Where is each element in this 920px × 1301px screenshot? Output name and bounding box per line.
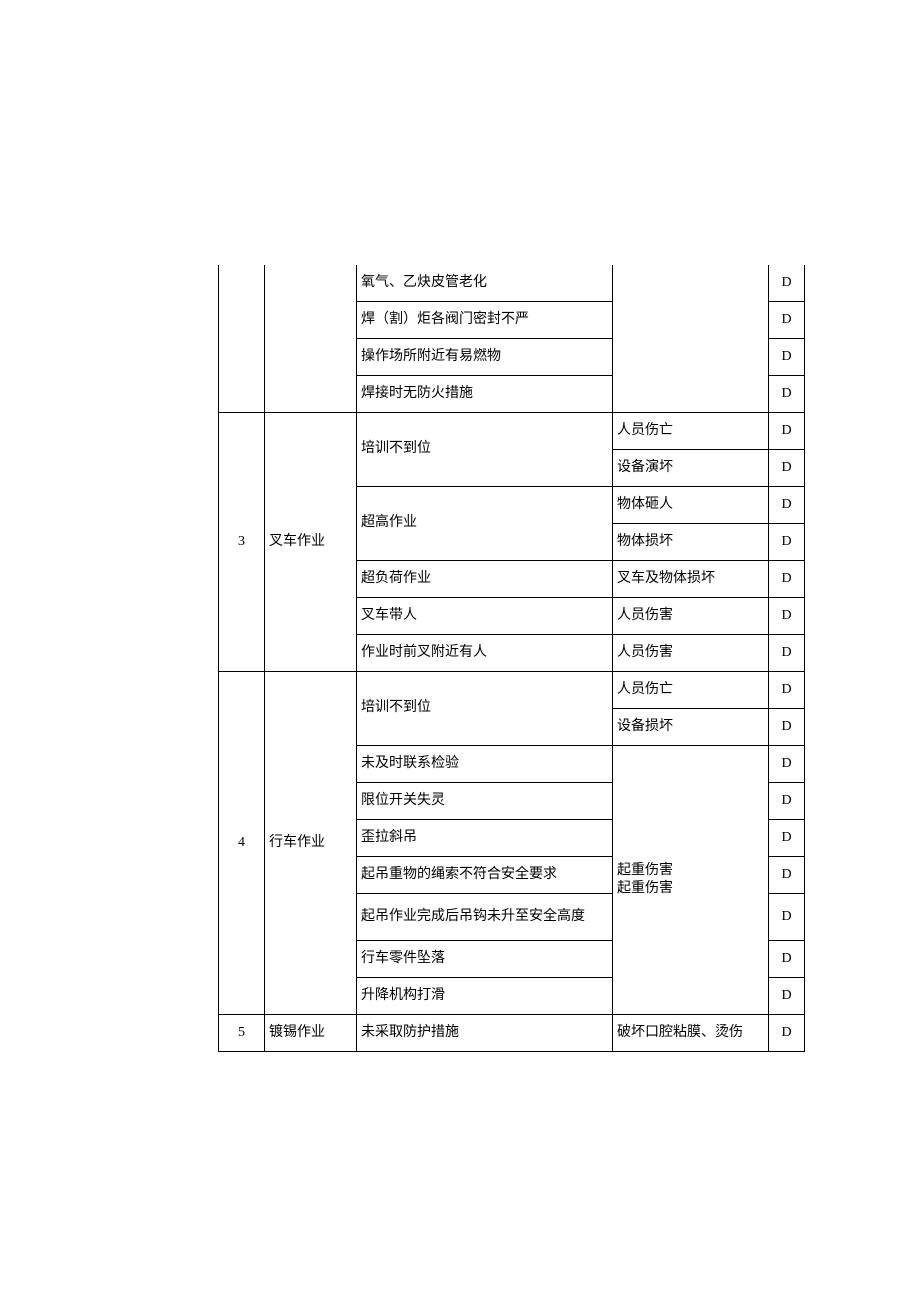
cell-consequence: 物体损坏 [613, 524, 769, 561]
cell-activity: 镀锡作业 [265, 1015, 357, 1052]
cell-grade: D [769, 265, 805, 302]
cell-grade: D [769, 941, 805, 978]
cell-grade: D [769, 524, 805, 561]
cell-grade: D [769, 746, 805, 783]
table-row: 3 叉车作业 培训不到位 人员伤亡 D [219, 413, 805, 450]
table-row: 氧气、乙炔皮管老化 D [219, 265, 805, 302]
cell-hazard: 升降机构打滑 [357, 978, 613, 1015]
cell-consequence: 起重伤害 起重伤害 [613, 746, 769, 1015]
cell-grade: D [769, 487, 805, 524]
cell-consequence [613, 265, 769, 413]
cell-num [219, 265, 265, 413]
table-row: 4 行车作业 培训不到位 人员伤亡 D [219, 672, 805, 709]
cell-consequence: 破坏口腔粘膜、烫伤 [613, 1015, 769, 1052]
cell-consequence: 设备损坏 [613, 709, 769, 746]
cell-grade: D [769, 450, 805, 487]
cell-num: 5 [219, 1015, 265, 1052]
cell-consequence: 人员伤害 [613, 635, 769, 672]
cell-num: 3 [219, 413, 265, 672]
cell-hazard: 焊（割）炬各阀门密封不严 [357, 302, 613, 339]
cell-hazard: 未及时联系检验 [357, 746, 613, 783]
cell-grade: D [769, 376, 805, 413]
cell-grade: D [769, 339, 805, 376]
cell-grade: D [769, 783, 805, 820]
hazard-table-wrap: 氧气、乙炔皮管老化 D 焊（割）炬各阀门密封不严 D 操作场所附近有易燃物 D … [218, 265, 804, 1052]
cell-grade: D [769, 598, 805, 635]
cell-activity [265, 265, 357, 413]
cell-grade: D [769, 413, 805, 450]
cell-activity: 叉车作业 [265, 413, 357, 672]
cell-hazard: 培训不到位 [357, 672, 613, 746]
cell-hazard: 焊接时无防火措施 [357, 376, 613, 413]
cell-hazard: 起吊作业完成后吊钩未升至安全高度 [357, 894, 613, 941]
cell-consequence: 人员伤害 [613, 598, 769, 635]
cell-grade: D [769, 857, 805, 894]
cell-grade: D [769, 302, 805, 339]
cell-consequence: 叉车及物体损坏 [613, 561, 769, 598]
cell-hazard: 叉车带人 [357, 598, 613, 635]
cell-hazard: 起吊重物的绳索不符合安全要求 [357, 857, 613, 894]
cell-num: 4 [219, 672, 265, 1015]
cell-consequence: 人员伤亡 [613, 672, 769, 709]
cell-hazard: 歪拉斜吊 [357, 820, 613, 857]
cell-grade: D [769, 820, 805, 857]
cell-grade: D [769, 672, 805, 709]
cell-activity: 行车作业 [265, 672, 357, 1015]
cell-hazard: 超负荷作业 [357, 561, 613, 598]
cell-hazard: 限位开关失灵 [357, 783, 613, 820]
cell-grade: D [769, 894, 805, 941]
cell-hazard: 超高作业 [357, 487, 613, 561]
cell-hazard: 操作场所附近有易燃物 [357, 339, 613, 376]
cell-consequence: 设备演坏 [613, 450, 769, 487]
cell-consequence: 物体砸人 [613, 487, 769, 524]
cell-grade: D [769, 561, 805, 598]
cell-grade: D [769, 1015, 805, 1052]
cell-consequence: 人员伤亡 [613, 413, 769, 450]
cell-hazard: 行车零件坠落 [357, 941, 613, 978]
cell-hazard: 未采取防护措施 [357, 1015, 613, 1052]
cell-grade: D [769, 709, 805, 746]
hazard-table: 氧气、乙炔皮管老化 D 焊（割）炬各阀门密封不严 D 操作场所附近有易燃物 D … [218, 265, 805, 1052]
cell-grade: D [769, 635, 805, 672]
cell-hazard: 培训不到位 [357, 413, 613, 487]
table-row: 5 镀锡作业 未采取防护措施 破坏口腔粘膜、烫伤 D [219, 1015, 805, 1052]
cell-hazard: 氧气、乙炔皮管老化 [357, 265, 613, 302]
cell-hazard: 作业时前叉附近有人 [357, 635, 613, 672]
cell-grade: D [769, 978, 805, 1015]
